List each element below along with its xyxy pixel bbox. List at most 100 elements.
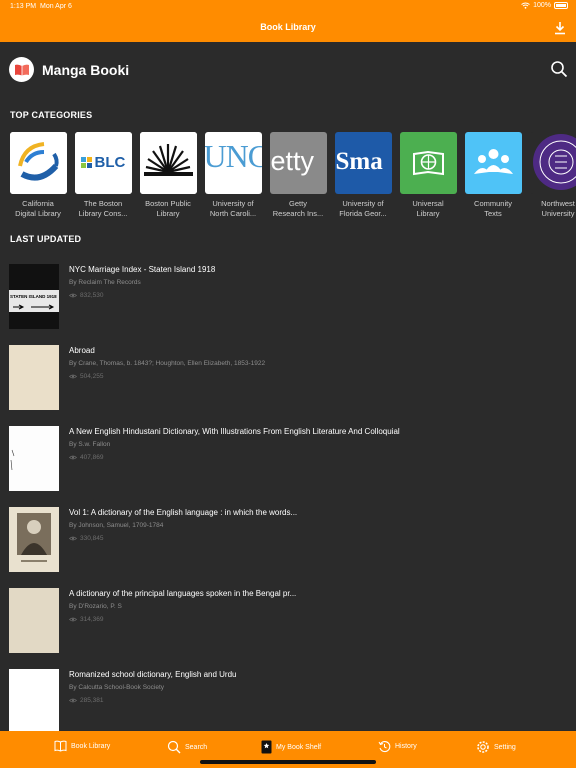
book-views: 407,869	[69, 454, 104, 461]
search-icon[interactable]	[550, 60, 568, 78]
category-thumb-text: UNC	[204, 138, 262, 174]
category-item[interactable]: Boston Public Library	[138, 132, 198, 219]
list-item[interactable]: Abroad By Crane, Thomas, b. 1843?; Hough…	[0, 345, 576, 411]
home-indicator	[200, 760, 376, 764]
eye-icon	[69, 617, 77, 622]
category-thumb-universal	[399, 132, 457, 194]
book-author: By D'Rozario, P. S	[69, 603, 122, 610]
book-cover: STATEN ISLAND 1918	[9, 264, 59, 329]
section-title-top-categories: TOP CATEGORIES	[10, 110, 93, 120]
category-label: Boston Public Library	[145, 199, 191, 218]
list-item[interactable]: Romanized school dictionary, English and…	[0, 669, 576, 735]
status-date: Mon Apr 6	[40, 3, 72, 10]
portrait-illustration	[17, 513, 51, 562]
open-book-icon	[14, 64, 29, 75]
category-list: California Digital Library BLC The Bosto…	[0, 132, 576, 222]
book-views: 504,255	[69, 373, 104, 380]
book-title: A dictionary of the principal languages …	[69, 589, 297, 598]
status-bar: 1:13 PM Mon Apr 6 100%	[0, 0, 576, 14]
app-logo	[9, 57, 34, 82]
eye-icon	[69, 374, 77, 379]
category-item[interactable]: BLC The Boston Library Cons...	[73, 132, 133, 219]
arrow-icon	[13, 304, 55, 310]
tab-label: Setting	[494, 743, 516, 751]
category-thumb-boston-public	[139, 132, 197, 194]
tab-label: My Book Shelf	[276, 743, 322, 751]
tab-label: History	[395, 743, 417, 750]
book-views: 314,369	[69, 616, 104, 623]
eye-icon	[69, 293, 77, 298]
book-cover	[9, 345, 59, 410]
book-views-count: 504,255	[80, 373, 104, 380]
book-title: Vol 1: A dictionary of the English langu…	[69, 508, 298, 517]
tab-history[interactable]: History	[378, 740, 417, 753]
category-thumb-unc: UNC	[204, 132, 262, 194]
category-thumb-florida: Sma	[334, 132, 392, 194]
book-views: 832,530	[69, 292, 104, 299]
gear-icon	[477, 741, 489, 753]
battery-percent: 100%	[533, 2, 551, 9]
eye-icon	[69, 536, 77, 541]
book-views: 330,845	[69, 535, 104, 542]
book-title: Romanized school dictionary, English and…	[69, 670, 237, 679]
people-icon	[473, 149, 513, 174]
list-item[interactable]: Vol 1: A dictionary of the English langu…	[0, 507, 576, 573]
book-title: NYC Marriage Index - Staten Island 1918	[69, 265, 216, 274]
category-item[interactable]: Sma University of Florida Geor...	[333, 132, 393, 219]
globe-book-icon	[412, 150, 444, 176]
tab-my-book-shelf[interactable]: My Book Shelf	[261, 740, 321, 754]
download-icon[interactable]	[554, 21, 566, 35]
category-label: Northwest University	[541, 199, 575, 218]
search-icon	[167, 740, 181, 754]
tab-setting[interactable]: Setting	[476, 740, 516, 754]
category-item[interactable]: etty Getty Research Ins...	[268, 132, 328, 219]
book-views-count: 285,381	[80, 697, 104, 704]
book-cover	[9, 588, 59, 653]
category-item[interactable]: UNC University of North Caroli...	[203, 132, 263, 219]
book-views-count: 330,845	[80, 535, 104, 542]
category-item[interactable]: California Digital Library	[8, 132, 68, 219]
category-item[interactable]: Community Texts	[463, 132, 523, 219]
list-item[interactable]: A dictionary of the principal languages …	[0, 588, 576, 654]
category-thumb-california	[9, 132, 67, 194]
tab-search[interactable]: Search	[167, 740, 207, 754]
book-cover	[9, 669, 59, 734]
book-title: Abroad	[69, 346, 95, 355]
nav-title: Book Library	[260, 22, 316, 32]
wifi-icon	[521, 2, 530, 9]
category-label: California Digital Library	[15, 199, 61, 218]
category-thumb-community	[464, 132, 522, 194]
category-label: University of Florida Geor...	[339, 199, 387, 218]
book-cover-text: STATEN ISLAND 1918	[10, 294, 57, 299]
category-item[interactable]: Universal Library	[398, 132, 458, 219]
battery-icon	[554, 2, 568, 9]
seal-icon	[532, 134, 576, 190]
section-title-last-updated: LAST UPDATED	[10, 234, 82, 244]
book-author: By S.w. Fallon	[69, 441, 111, 448]
eye-icon	[69, 698, 77, 703]
eye-icon	[69, 455, 77, 460]
book-cover	[9, 426, 59, 491]
book-views-count: 314,369	[80, 616, 104, 623]
tab-book-library[interactable]: Book Library	[54, 740, 110, 752]
book-author: By Calcutta School-Book Society	[69, 684, 165, 691]
book-icon	[54, 740, 67, 752]
category-label: Getty Research Ins...	[272, 199, 324, 218]
tab-label: Book Library	[71, 742, 111, 750]
app-name: Manga Booki	[42, 62, 130, 78]
book-author: By Johnson, Samuel, 1709-1784	[69, 522, 164, 529]
history-icon	[378, 741, 391, 753]
category-thumb-text: etty	[270, 146, 315, 176]
category-thumb-northwestern	[529, 132, 576, 194]
category-thumb-getty: etty	[269, 132, 327, 194]
tab-label: Search	[185, 743, 208, 751]
category-thumb-text: Sma	[335, 148, 383, 175]
list-item[interactable]: A New English Hindustani Dictionary, Wit…	[0, 426, 576, 492]
category-label: Universal Library	[412, 199, 444, 218]
book-author: By Reclaim The Records	[69, 279, 141, 286]
status-right: 100%	[521, 2, 568, 9]
list-item[interactable]: STATEN ISLAND 1918 NYC Marriage Index - …	[0, 264, 576, 330]
nav-bar: Book Library	[0, 14, 576, 42]
book-views-count: 832,530	[80, 292, 104, 299]
category-item[interactable]: Northwest University	[528, 132, 576, 219]
